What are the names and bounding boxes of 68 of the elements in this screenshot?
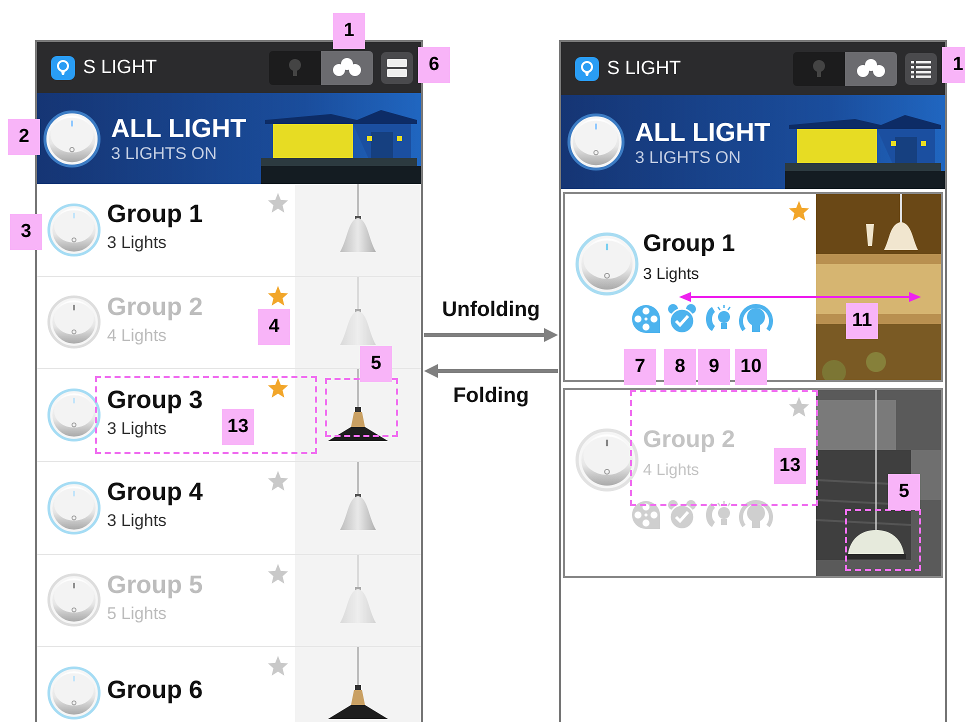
group-name: Group 2: [643, 426, 736, 454]
callout-label: 8: [664, 349, 696, 385]
callout-label: 1: [942, 47, 965, 83]
power-switch[interactable]: [43, 110, 101, 168]
group-name: Group 2: [107, 292, 203, 322]
transition-label: Unfolding: [442, 298, 540, 322]
lamp-icon: [327, 647, 389, 722]
group-name: Group 1: [107, 200, 203, 230]
alarm-clock-icon[interactable]: [666, 499, 698, 531]
lamp-icon: [327, 369, 389, 444]
app-logo-icon: [51, 56, 75, 80]
menu-button[interactable]: [905, 52, 937, 84]
view-toggle-tab[interactable]: [269, 50, 321, 85]
view-toggle-tab[interactable]: [793, 52, 845, 86]
bulbs-icon: [332, 56, 362, 79]
star-icon[interactable]: [788, 396, 810, 418]
star-icon[interactable]: [788, 200, 810, 222]
callout-label: 7: [624, 349, 656, 385]
callout-label: 1: [333, 13, 365, 49]
star-icon[interactable]: [267, 192, 289, 214]
menu-button[interactable]: [381, 52, 413, 84]
callout-label: 5: [888, 474, 920, 510]
callout-label: 10: [735, 349, 767, 385]
bulb-icon: [288, 58, 302, 78]
group-name: Group 3: [107, 386, 203, 415]
app-logo-icon: [575, 56, 599, 80]
callout-label: 5: [360, 346, 392, 382]
callout-label: 13: [774, 448, 806, 484]
app-title: S LIGHT: [83, 56, 158, 79]
light-count: 4 Lights: [643, 462, 700, 480]
star-icon[interactable]: [267, 470, 289, 492]
film-reel-icon[interactable]: [630, 499, 662, 531]
bulb-icon: [812, 58, 826, 78]
callout-label: 11: [846, 303, 878, 339]
view-toggle-tab[interactable]: [321, 50, 373, 85]
star-icon[interactable]: [267, 377, 289, 400]
banner-subtitle: 3 LIGHTS ON: [111, 144, 218, 164]
list-icon: [911, 60, 931, 78]
menu-icon: [387, 58, 407, 77]
banner-title: ALL LIGHT: [111, 113, 248, 144]
transition-label: Folding: [453, 384, 529, 408]
light-count: 3 Lights: [107, 418, 168, 439]
banner-title: ALL LIGHT: [635, 116, 772, 148]
group-name: Group 4: [107, 478, 203, 508]
alarm-clock-icon[interactable]: [666, 303, 698, 335]
star-icon[interactable]: [267, 562, 289, 585]
group-name: Group 1: [643, 230, 736, 258]
banner-subtitle: 3 LIGHTS ON: [635, 148, 742, 168]
group-name: Group 6: [107, 676, 203, 705]
star-icon[interactable]: [267, 284, 289, 307]
light-count: 3 Lights: [107, 511, 168, 532]
app-title: S LIGHT: [607, 58, 682, 80]
callout-label: 2: [8, 119, 40, 156]
callout-label: 9: [698, 349, 730, 385]
view-toggle-tab[interactable]: [845, 52, 897, 86]
callout-label: 4: [258, 308, 290, 345]
light-count: 5 Lights: [107, 604, 168, 624]
callout-label: 6: [418, 47, 450, 83]
power-switch[interactable]: [567, 113, 625, 171]
bulbs-icon: [856, 58, 886, 80]
callout-label: 3: [10, 214, 42, 250]
callout-label: 13: [222, 409, 254, 446]
group-name: Group 5: [107, 570, 203, 600]
light-count: 4 Lights: [107, 326, 168, 346]
star-icon[interactable]: [267, 655, 289, 678]
light-count: 3 Lights: [643, 266, 700, 284]
film-reel-icon[interactable]: [630, 303, 662, 335]
light-count: 3 Lights: [107, 233, 168, 254]
